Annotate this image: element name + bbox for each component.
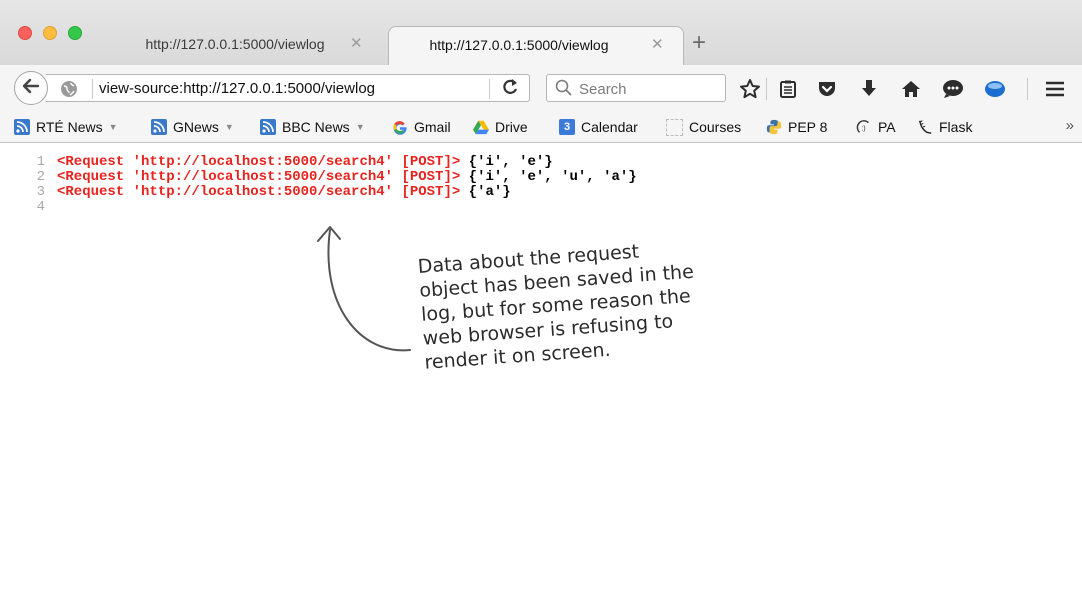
bookmarks-overflow-button[interactable]: » (1066, 117, 1074, 134)
request-tag: <Request 'http://localhost:5000/search4'… (57, 169, 461, 185)
chevron-down-icon: ▼ (224, 122, 234, 132)
drive-icon (473, 119, 489, 135)
bookmark-label: Flask (939, 119, 973, 135)
request-tag: <Request 'http://localhost:5000/search4'… (57, 154, 461, 170)
bookmark-rte-news[interactable]: RTÉ News ▼ (14, 118, 118, 136)
tab-strip: http://127.0.0.1:5000/viewlog ✕ http://1… (0, 0, 1082, 65)
rss-icon (14, 119, 30, 135)
extension-icon[interactable] (983, 77, 1007, 101)
divider (766, 78, 767, 100)
close-icon[interactable]: ✕ (350, 26, 363, 62)
bookmark-label: RTÉ News (36, 119, 103, 135)
bookmark-gmail[interactable]: Gmail (392, 118, 451, 136)
navigation-toolbar: view-source:http://127.0.0.1:5000/viewlo… (0, 65, 1082, 111)
python-icon (766, 119, 782, 135)
source-line: 1 <Request 'http://localhost:5000/search4… (0, 155, 637, 170)
calendar-icon: 3 (559, 119, 575, 135)
close-icon[interactable]: ✕ (651, 27, 664, 63)
reading-list-icon[interactable] (776, 77, 800, 101)
bookmark-flask[interactable]: Flask (917, 118, 972, 136)
source-line: 2 <Request 'http://localhost:5000/search4… (0, 170, 637, 185)
download-icon[interactable] (857, 77, 881, 101)
bookmark-label: BBC News (282, 119, 350, 135)
bookmarks-toolbar: RTÉ News ▼ GNews ▼ BBC News ▼ Gmail Driv… (0, 111, 1082, 143)
globe-icon (60, 80, 78, 103)
divider (92, 79, 93, 99)
bookmark-pa[interactable]: :) PA (856, 118, 896, 136)
bookmark-label: Drive (495, 119, 528, 135)
pythonanywhere-icon: :) (856, 119, 872, 135)
bookmark-gnews[interactable]: GNews ▼ (151, 118, 234, 136)
bookmark-label: PEP 8 (788, 119, 828, 135)
bookmark-label: Calendar (581, 119, 638, 135)
annotation-arrow (317, 226, 411, 352)
divider (489, 79, 490, 99)
source-text: {'i', 'e', 'u', 'a'} (460, 169, 637, 185)
search-icon (555, 78, 573, 103)
request-tag: <Request 'http://localhost:5000/search4'… (57, 184, 461, 200)
new-tab-button[interactable]: + (692, 28, 706, 58)
back-arrow-icon (22, 78, 40, 99)
rss-icon (260, 119, 276, 135)
bookmark-drive[interactable]: Drive (473, 118, 528, 136)
back-button[interactable] (14, 71, 48, 105)
source-line: 3 <Request 'http://localhost:5000/search4… (0, 185, 637, 200)
bookmark-calendar[interactable]: 3 Calendar (559, 118, 638, 136)
window-minimize-button[interactable] (43, 26, 57, 40)
bookmark-label: Courses (689, 119, 742, 135)
bookmark-courses[interactable]: Courses (666, 118, 741, 136)
source-text: {'a'} (460, 184, 511, 200)
line-number: 3 (36, 184, 45, 200)
source-text: {'i', 'e'} (460, 154, 553, 170)
tab-title: http://127.0.0.1:5000/viewlog (429, 37, 609, 53)
bookmark-pep8[interactable]: PEP 8 (766, 118, 827, 136)
tab-viewlog-1[interactable]: http://127.0.0.1:5000/viewlog ✕ (120, 26, 390, 65)
line-number: 2 (36, 169, 45, 185)
svg-text::): :) (861, 125, 865, 133)
window-zoom-button[interactable] (68, 26, 82, 40)
url-bar[interactable]: view-source:http://127.0.0.1:5000/viewlo… (46, 74, 530, 102)
bookmark-label: Gmail (414, 119, 451, 135)
home-icon[interactable] (899, 77, 923, 101)
search-input[interactable] (579, 79, 719, 99)
divider (1027, 78, 1028, 100)
page-content: 1 <Request 'http://localhost:5000/search4… (0, 144, 1082, 594)
google-icon (392, 119, 408, 135)
star-icon[interactable] (738, 77, 762, 101)
reload-icon[interactable] (502, 78, 518, 101)
line-number: 1 (36, 154, 45, 170)
flask-icon (917, 119, 933, 135)
view-source-listing: 1 <Request 'http://localhost:5000/search4… (0, 155, 637, 215)
menu-icon[interactable] (1043, 77, 1067, 101)
chat-icon[interactable] (941, 77, 965, 101)
tab-title: http://127.0.0.1:5000/viewlog (145, 36, 325, 52)
blank-page-icon (666, 118, 683, 136)
pocket-icon[interactable] (815, 77, 839, 101)
search-box[interactable] (546, 74, 726, 102)
bookmark-bbc-news[interactable]: BBC News ▼ (260, 118, 365, 136)
line-number: 4 (36, 199, 45, 215)
bookmark-label: PA (878, 119, 896, 135)
window-close-button[interactable] (18, 26, 32, 40)
chevron-down-icon: ▼ (108, 122, 118, 132)
chevron-down-icon: ▼ (355, 122, 365, 132)
rss-icon (151, 119, 167, 135)
source-line: 4 (0, 200, 637, 215)
bookmark-label: GNews (173, 119, 219, 135)
tab-viewlog-2[interactable]: http://127.0.0.1:5000/viewlog ✕ (388, 26, 684, 65)
handwritten-annotation: Data about the request object has been s… (417, 232, 755, 375)
url-text[interactable]: view-source:http://127.0.0.1:5000/viewlo… (99, 80, 375, 97)
